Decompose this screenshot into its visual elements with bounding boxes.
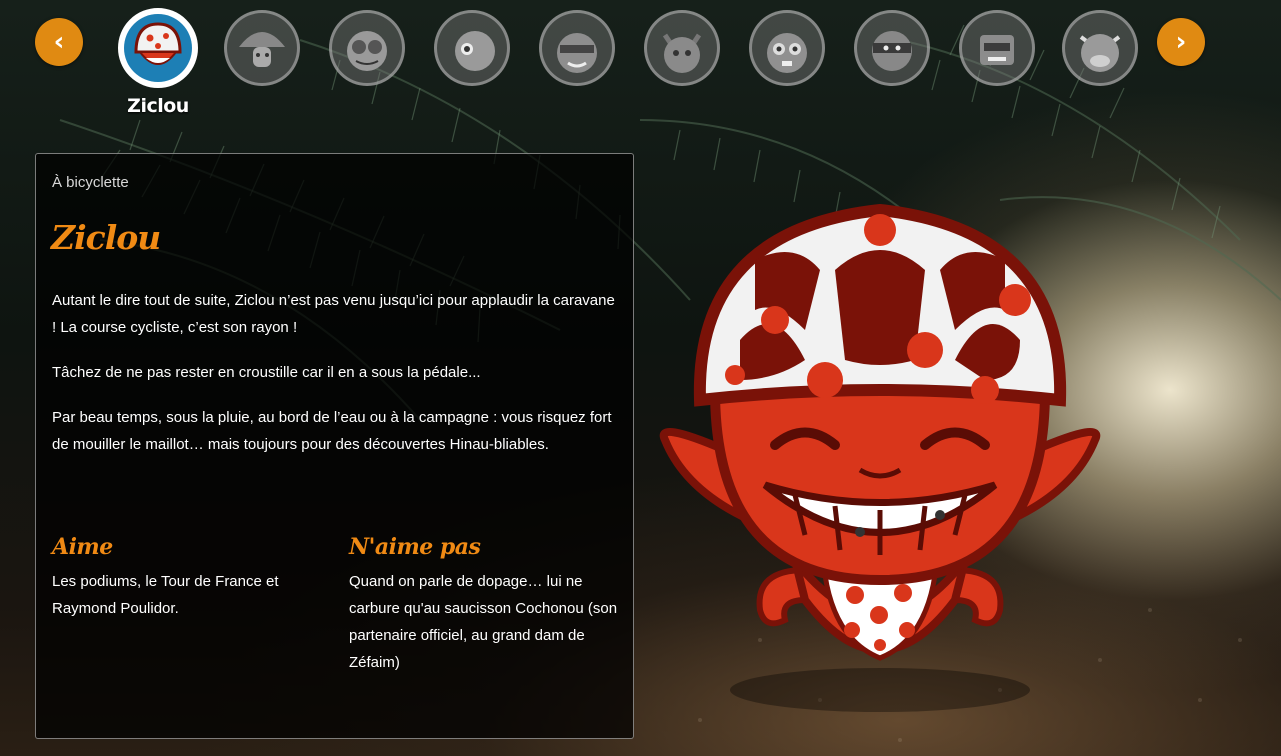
dislikes-text: Quand on parle de dopage… lui ne carbure… <box>349 573 618 671</box>
blob-character-icon <box>455 31 495 71</box>
character-thumb-3[interactable] <box>329 10 405 86</box>
character-thumb-4[interactable] <box>434 10 510 86</box>
character-info-panel: À bicyclette Ziclou Autant le dire tout … <box>35 153 634 739</box>
character-thumb-2[interactable] <box>224 10 300 86</box>
cat-character-icon <box>662 33 702 73</box>
character-thumb-8[interactable] <box>854 10 930 86</box>
dislikes-heading: N'aime pas <box>349 534 481 560</box>
ninja-character-icon <box>872 31 912 71</box>
chevron-left-icon: ‹ <box>53 27 65 57</box>
likes-section: Aime Les podiums, le Tour de France et R… <box>52 534 322 622</box>
robot-character-icon <box>980 35 1014 65</box>
bandit-character-icon <box>557 33 597 73</box>
ziclou-avatar-icon <box>124 14 192 82</box>
mushroom-character-icon <box>239 32 285 67</box>
character-thumb-7[interactable] <box>749 10 825 86</box>
goggles-character-icon <box>347 31 387 71</box>
breadcrumb: À bicyclette <box>52 174 129 191</box>
description-paragraph: Autant le dire tout de suite, Ziclou n’e… <box>52 292 615 336</box>
chevron-right-icon: › <box>1175 27 1187 57</box>
dislikes-section: N'aime pas Quand on parle de dopage… lui… <box>349 534 619 676</box>
character-thumb-ziclou[interactable] <box>118 8 198 88</box>
character-thumb-9[interactable] <box>959 10 1035 86</box>
character-carousel: ‹ › Ziclou <box>0 0 1281 130</box>
character-description: Autant le dire tout de suite, Ziclou n’e… <box>52 287 617 476</box>
previous-arrow-button[interactable]: ‹ <box>35 18 83 66</box>
ziclou-character-illustration <box>655 190 1115 735</box>
page-title: Ziclou <box>51 218 161 257</box>
character-thumb-6[interactable] <box>644 10 720 86</box>
likes-text: Les podiums, le Tour de France et Raymon… <box>52 573 279 617</box>
cow-character-icon <box>1079 34 1121 72</box>
description-paragraph: Tâchez de ne pas rester en croustille ca… <box>52 364 481 381</box>
round-eyes-character-icon <box>767 33 807 73</box>
active-character-name: Ziclou <box>127 95 189 117</box>
description-paragraph: Par beau temps, sous la pluie, au bord d… <box>52 409 612 453</box>
next-arrow-button[interactable]: › <box>1157 18 1205 66</box>
character-thumb-5[interactable] <box>539 10 615 86</box>
character-thumb-10[interactable] <box>1062 10 1138 86</box>
likes-heading: Aime <box>52 534 113 560</box>
